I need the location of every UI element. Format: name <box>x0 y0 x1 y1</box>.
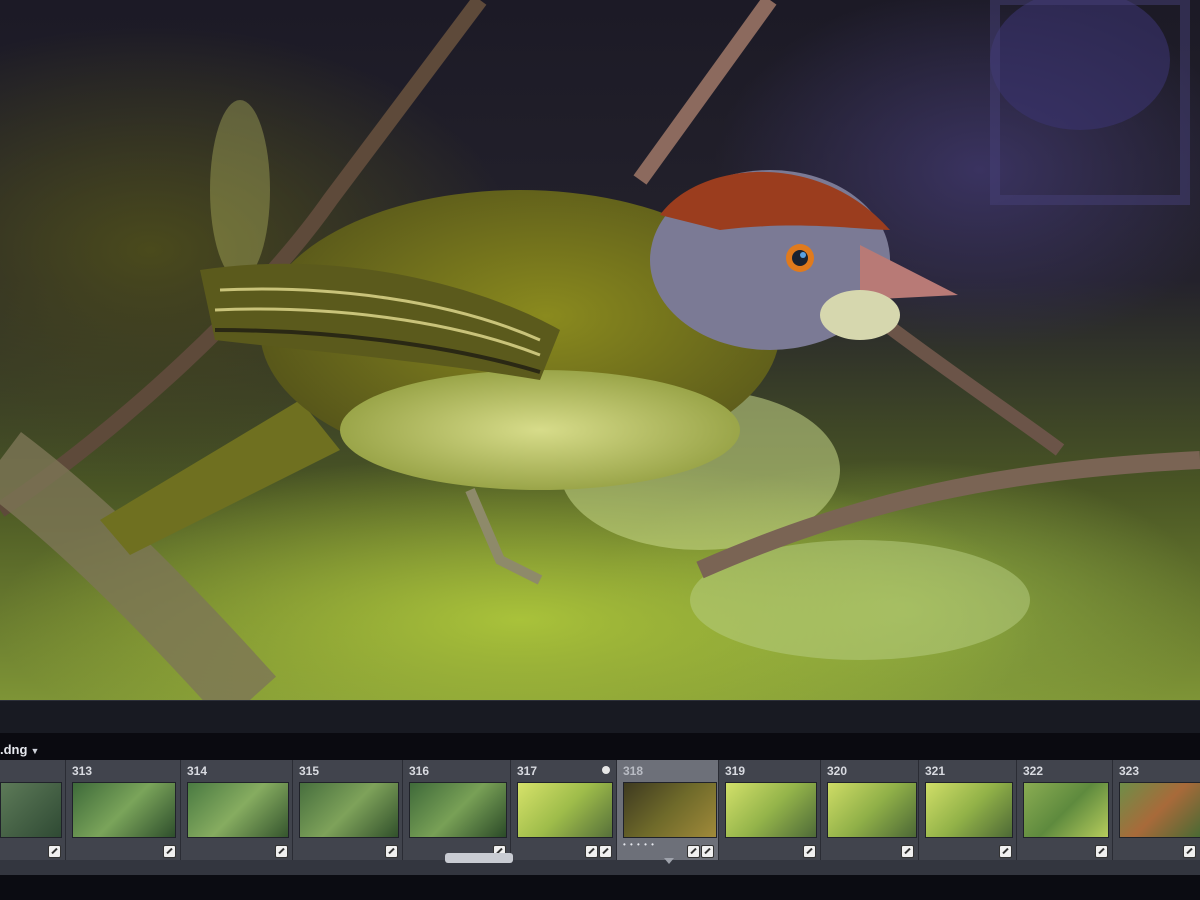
main-photo-view <box>0 0 1200 700</box>
frame-number: 313 <box>72 764 93 778</box>
edit-badge-icon <box>385 845 398 858</box>
frame-number: 316 <box>409 764 430 778</box>
status-dot-icon <box>602 766 610 774</box>
edit-badge-icon <box>701 845 714 858</box>
filmstrip-thumbnail[interactable]: 323 <box>1113 760 1200 860</box>
thumbnail-image <box>1023 782 1109 838</box>
star-rating[interactable]: • • • • • <box>623 840 655 849</box>
chevron-down-icon[interactable] <box>664 858 674 864</box>
edit-badge-icon <box>1095 845 1108 858</box>
filmstrip-thumbnail[interactable]: 317 <box>511 760 617 860</box>
edit-badge-icon <box>901 845 914 858</box>
frame-number: 320 <box>827 764 848 778</box>
frame-number: 315 <box>299 764 320 778</box>
thumbnail-image <box>517 782 613 838</box>
filmstrip-thumbnail[interactable] <box>0 760 66 860</box>
edit-badge-icon <box>687 845 700 858</box>
filmstrip[interactable]: 313 314 315 316 317 318 • • • • • 319 32… <box>0 760 1200 875</box>
filmstrip-thumbnail[interactable]: 321 <box>919 760 1017 860</box>
frame-number: 318 <box>623 764 644 778</box>
filmstrip-thumbnail[interactable]: 313 <box>66 760 181 860</box>
thumbnail-image <box>299 782 399 838</box>
filmstrip-header <box>0 700 1200 733</box>
bird-photo <box>0 0 1200 700</box>
filename-text: .dng <box>0 742 28 757</box>
edit-badge-icon <box>585 845 598 858</box>
edit-badge-icon <box>1183 845 1196 858</box>
thumbnail-image <box>623 782 717 838</box>
edit-badge-icon <box>803 845 816 858</box>
edit-badge-icon <box>163 845 176 858</box>
edit-badge-icon <box>275 845 288 858</box>
thumbnail-image <box>0 782 62 838</box>
filmstrip-scroll-handle[interactable] <box>445 853 513 863</box>
filmstrip-thumbnail[interactable]: 322 <box>1017 760 1113 860</box>
filmstrip-thumbnail[interactable]: 319 <box>719 760 821 860</box>
filmstrip-thumbnail[interactable]: 315 <box>293 760 403 860</box>
frame-number: 317 <box>517 764 538 778</box>
thumbnail-image <box>925 782 1013 838</box>
thumbnail-image <box>1119 782 1200 838</box>
filmstrip-thumbnail[interactable]: 314 <box>181 760 293 860</box>
frame-number: 321 <box>925 764 946 778</box>
filename-dropdown[interactable]: .dng ▼ <box>0 742 39 757</box>
thumbnail-image <box>827 782 917 838</box>
filmstrip-footer <box>0 875 1200 900</box>
thumbnail-image <box>725 782 817 838</box>
thumbnail-image <box>409 782 507 838</box>
edit-badge-icon <box>48 845 61 858</box>
thumbnail-image <box>72 782 176 838</box>
thumbnail-image <box>187 782 289 838</box>
frame-number: 314 <box>187 764 208 778</box>
filmstrip-thumbnail[interactable]: 320 <box>821 760 919 860</box>
frame-number: 322 <box>1023 764 1044 778</box>
filmstrip-thumbnail-selected[interactable]: 318 • • • • • <box>617 760 719 860</box>
filmstrip-thumbnail[interactable]: 316 <box>403 760 511 860</box>
frame-number: 319 <box>725 764 746 778</box>
edit-badge-icon <box>599 845 612 858</box>
frame-number: 323 <box>1119 764 1140 778</box>
caret-down-icon: ▼ <box>30 746 40 756</box>
edit-badge-icon <box>999 845 1012 858</box>
